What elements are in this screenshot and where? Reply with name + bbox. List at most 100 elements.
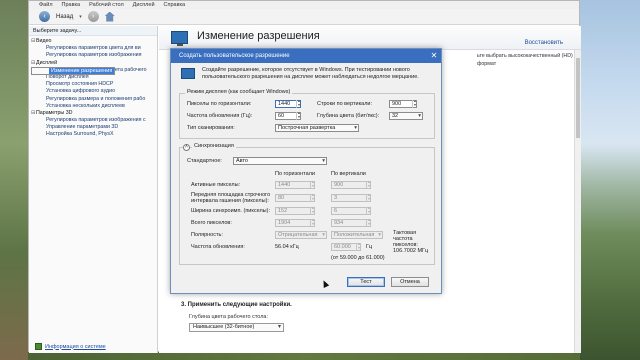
test-button[interactable]: Тест: [347, 277, 385, 287]
h-pixels-spinner[interactable]: ▲ ▼: [296, 99, 301, 108]
active-v-spinner[interactable]: ▲ ▼: [366, 180, 371, 189]
menu-edit[interactable]: Правка: [62, 2, 81, 8]
col-horizontal-header: По горизонтали: [275, 171, 315, 177]
active-h-input[interactable]: 1440: [275, 181, 315, 189]
collapse-toggle-icon[interactable]: ˄: [183, 144, 190, 151]
active-v-input[interactable]: 900: [331, 181, 371, 189]
home-icon[interactable]: [104, 11, 115, 22]
tree-item-label: Настройка Surround, PhysX: [46, 131, 114, 138]
tree-category[interactable]: ⊟ Параметры 3D: [31, 110, 155, 117]
polarity-h-value: Отрицательная: [278, 232, 318, 238]
chevron-down-icon: ▾: [378, 232, 381, 238]
tree-task-item[interactable]: Изменение разрешения: [31, 66, 116, 75]
color-depth-value: 32: [392, 113, 399, 119]
tree-task-item[interactable]: Установка нескольких дисплеев: [31, 103, 155, 110]
front-porch-v-spinner[interactable]: ▲ ▼: [366, 193, 371, 202]
refresh-label: Частота обновления (Гц):: [187, 113, 253, 119]
v-lines-label: Строки по вертикали:: [317, 101, 373, 107]
polarity-v-value: Положительная: [334, 232, 375, 238]
tree-item-label: Параметры 3D: [36, 109, 73, 116]
system-info-label[interactable]: Информация о системе: [45, 344, 106, 350]
tree-item-label: Установка нескольких дисплеев: [46, 102, 125, 109]
scan-type-select[interactable]: Построчная развертка ▾: [275, 124, 359, 132]
pixel-clock-value: 106.7002 МГц: [393, 248, 429, 254]
tree-task-item[interactable]: Просмотр состояния HDCP: [31, 81, 155, 88]
dialog-body: Создайте разрешение, которое отсутствует…: [171, 63, 441, 295]
tree-item-label: Установка цифрового аудио: [46, 88, 116, 95]
standard-value: Авто: [236, 158, 248, 164]
polarity-h-select[interactable]: Отрицательная ▾: [275, 231, 327, 239]
menu-bar: Файл Правка Рабочий стол Дисплей Справка: [29, 1, 579, 9]
v-lines-spinner[interactable]: ▲ ▼: [412, 99, 417, 108]
sync-width-v-spinner[interactable]: ▲ ▼: [366, 206, 371, 215]
content-header: Изменение разрешения Восстановить: [159, 26, 581, 50]
sync-width-v-input[interactable]: 6: [331, 207, 371, 215]
polarity-v-select[interactable]: Положительная ▾: [331, 231, 383, 239]
description-fragment: ьте выбрать высококачественный (HD) форм…: [477, 53, 573, 67]
tree-task-item[interactable]: Регулировка параметров изображения: [31, 52, 155, 59]
desktop-depth-select[interactable]: Наивысшее (32-битное): [189, 323, 284, 332]
refresh-rate-label: Частота обновления:: [191, 244, 245, 250]
total-pixels-label: Всего пикселов:: [191, 220, 232, 226]
refresh-spinner[interactable]: ▲ ▼: [296, 111, 301, 120]
tree-task-item[interactable]: Установка цифрового аудио: [31, 88, 155, 95]
tree-task-item[interactable]: Регулировка размера и положения рабо: [31, 96, 155, 103]
active-h-spinner[interactable]: ▲ ▼: [310, 180, 315, 189]
custom-resolution-dialog: Создать пользовательское разрешение ✕ Со…: [170, 48, 442, 294]
chevron-down-icon: ▾: [418, 113, 421, 119]
total-v-input[interactable]: 934: [331, 219, 371, 227]
tree-task-item[interactable]: Поворот дисплея: [31, 74, 155, 81]
tree-item-label: Управление параметрами 3D: [46, 124, 119, 131]
back-dropdown-icon[interactable]: ▾: [79, 14, 82, 20]
total-h-spinner[interactable]: ▲ ▼: [310, 218, 315, 227]
sync-width-label: Ширина синхроимп. (пикселы):: [191, 208, 270, 214]
front-porch-h-spinner[interactable]: ▲ ▼: [310, 193, 315, 202]
menu-help[interactable]: Справка: [164, 2, 186, 8]
color-depth-select[interactable]: 32 ▾: [389, 112, 423, 120]
menu-file[interactable]: Файл: [39, 2, 53, 8]
menu-desktop[interactable]: Рабочий стол: [89, 2, 124, 8]
refresh-rate-khz: 56.04 кГц: [275, 244, 299, 250]
tree-task-item[interactable]: Управление параметрами 3D: [31, 124, 155, 131]
tree-category[interactable]: ⊟ Видео: [31, 38, 155, 45]
tree-task-item[interactable]: Настройка Surround, PhysX: [31, 131, 155, 138]
monitor-icon: [181, 68, 195, 79]
h-pixels-label: Пикселы по горизонтали:: [187, 101, 252, 107]
active-pixels-label: Активные пикселы:: [191, 182, 241, 188]
tree-item-label: Регулировка параметров цвета для ви: [46, 45, 141, 52]
pixel-clock-label: Тактовая частота пикселов:: [393, 230, 418, 248]
menu-display[interactable]: Дисплей: [133, 2, 155, 8]
back-arrow-icon[interactable]: ‹: [39, 11, 50, 22]
sync-width-h-input[interactable]: 152: [275, 207, 315, 215]
sync-width-h-spinner[interactable]: ▲ ▼: [310, 206, 315, 215]
chevron-down-icon: ▾: [322, 232, 325, 238]
scroll-thumb[interactable]: [576, 58, 580, 138]
system-info-link[interactable]: Информация о системе: [35, 343, 106, 350]
forward-arrow-icon[interactable]: ›: [87, 11, 99, 22]
dialog-title-bar: Создать пользовательское разрешение ✕: [171, 49, 441, 63]
total-v-spinner[interactable]: ▲ ▼: [366, 218, 371, 227]
back-label[interactable]: Назад: [56, 14, 73, 20]
color-depth-label: Глубина цвета (бит/пкс):: [317, 113, 380, 119]
standard-select[interactable]: Авто ▾: [233, 157, 327, 165]
chevron-down-icon: ▾: [322, 158, 325, 164]
tree-item-label: Просмотр состояния HDCP: [46, 81, 114, 88]
tree-task-item[interactable]: Регулировка параметров изображения с: [31, 117, 155, 124]
close-icon[interactable]: ✕: [427, 49, 441, 63]
standard-label: Стандартное:: [187, 158, 222, 164]
restore-defaults-link[interactable]: Восстановить: [525, 40, 563, 46]
front-porch-v-input[interactable]: 3: [331, 194, 371, 202]
tree-category[interactable]: ⊟ Дисплей: [31, 60, 155, 67]
tree-item-label: Регулировка параметров изображения с: [46, 117, 146, 124]
scan-type-label: Тип сканирования:: [187, 125, 235, 131]
total-h-input[interactable]: 1904: [275, 219, 315, 227]
cancel-button[interactable]: Отмена: [391, 277, 429, 287]
task-header: Выберите задачу...: [29, 26, 157, 36]
tree-task-item[interactable]: Регулировка параметров цвета для ви: [31, 45, 155, 52]
content-scrollbar[interactable]: [574, 50, 581, 353]
tree-item-label: Поворот дисплея: [46, 73, 89, 80]
refresh-rate-hz-spinner[interactable]: ▲ ▼: [356, 242, 361, 251]
front-porch-h-input[interactable]: 80: [275, 194, 315, 202]
tree-item-label: Видео: [36, 38, 52, 44]
task-tree: ⊟ Видео Регулировка параметров цвета для в…: [29, 36, 157, 141]
